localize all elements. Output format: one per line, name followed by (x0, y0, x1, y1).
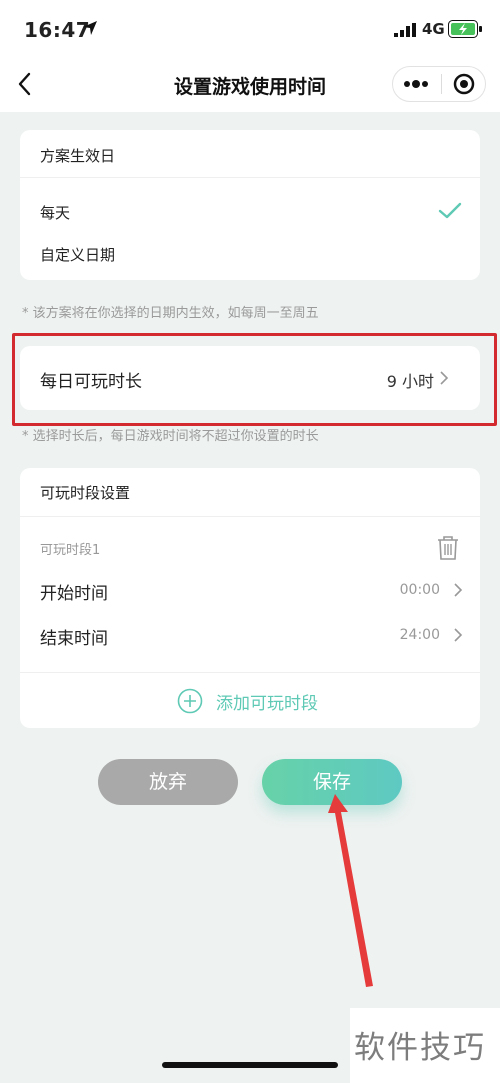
add-period-label: 添加可玩时段 (216, 694, 318, 714)
start-time-value: 00:00 (399, 582, 440, 598)
start-time-label: 开始时间 (40, 584, 108, 604)
end-time-row[interactable]: 结束时间 24:00 (20, 613, 480, 657)
effective-days-note: * 该方案将在你选择的日期内生效，如每周一至周五 (22, 306, 319, 321)
chevron-right-icon (454, 628, 463, 642)
location-arrow-icon (83, 21, 97, 35)
add-period-button[interactable]: 添加可玩时段 (20, 674, 480, 728)
check-icon (438, 202, 462, 219)
red-arrow-annotation (328, 794, 373, 987)
start-time-row[interactable]: 开始时间 00:00 (20, 568, 480, 612)
option-label: 每天 (40, 204, 71, 222)
close-miniprogram-icon[interactable] (446, 66, 482, 102)
periods-header: 可玩时段设置 (40, 484, 131, 502)
chevron-right-icon (454, 583, 463, 597)
option-label: 自定义日期 (40, 246, 116, 264)
battery-charging-icon (448, 20, 482, 38)
daily-limit-note: * 选择时长后，每日游戏时间将不超过你设置的时长 (22, 429, 319, 444)
period-title: 可玩时段1 (40, 543, 101, 558)
status-time: 16:47 (24, 18, 91, 42)
network-type: 4G (422, 20, 445, 38)
effective-days-card: 方案生效日 每天 自定义日期 (20, 130, 480, 280)
abandon-button[interactable]: 放弃 (98, 759, 238, 805)
trash-icon[interactable] (436, 535, 460, 561)
capsule-divider (441, 74, 442, 94)
divider (20, 516, 480, 517)
end-time-value: 24:00 (399, 627, 440, 643)
option-every-day[interactable]: 每天 (20, 190, 480, 232)
watermark-text: 软件技巧 (354, 1030, 486, 1066)
add-circle-icon (177, 688, 203, 714)
end-time-label: 结束时间 (40, 629, 108, 649)
periods-card: 可玩时段设置 可玩时段1 开始时间 00:00 结束时间 24:00 添加可玩时… (20, 468, 480, 728)
home-indicator (162, 1062, 338, 1068)
divider (20, 672, 480, 673)
option-custom-date[interactable]: 自定义日期 (20, 234, 480, 274)
highlight-annotation (12, 333, 497, 426)
divider (20, 177, 480, 178)
more-icon[interactable] (398, 66, 438, 102)
effective-days-header: 方案生效日 (40, 147, 116, 165)
signal-icon (394, 23, 416, 37)
